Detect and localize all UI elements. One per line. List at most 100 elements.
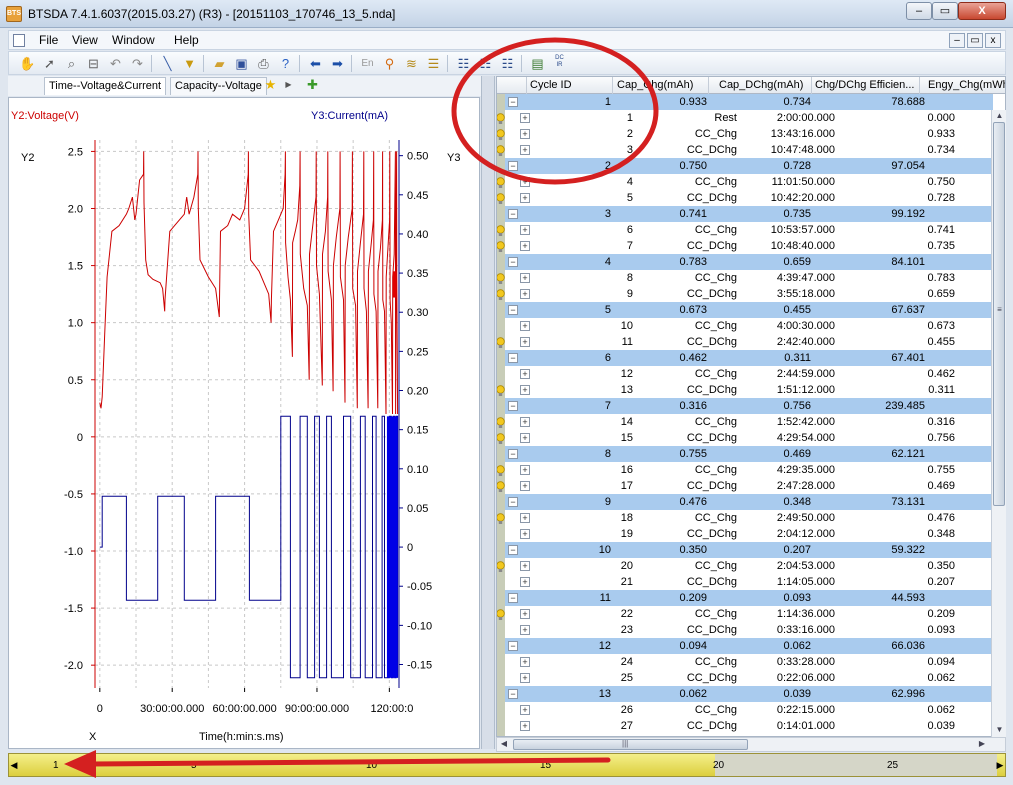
mdi-minimize-button[interactable]: – [949,33,965,48]
cycle-row[interactable]: − 10 0.350 0.207 59.322 [505,542,993,558]
step-row[interactable]: +27 CC_DChg 0:14:01.000 0.039 [505,718,993,734]
step-row[interactable]: +3 CC_DChg 10:47:48.000 0.734 [505,142,993,158]
grid-compact-icon[interactable]: ☷ [499,55,516,72]
collapse-icon[interactable]: − [508,401,518,411]
tab-capacity-voltage[interactable]: Capacity--Voltage [170,77,267,95]
collapse-icon[interactable]: − [508,209,518,219]
collapse-icon[interactable]: − [508,449,518,459]
expand-icon[interactable]: + [520,225,530,235]
redo-icon[interactable]: ↷ [129,55,146,72]
export-icon[interactable]: ▤ [529,55,546,72]
star-icon[interactable]: ★ [262,76,279,93]
pin-icon[interactable]: ⚲ [381,55,398,72]
menu-view[interactable]: View [72,33,98,47]
collapse-icon[interactable]: − [508,593,518,603]
add-tab-icon[interactable]: ✚ [304,76,321,93]
cycle-ruler[interactable]: ◀ 1 5 10 15 20 25 ▶ [8,753,1006,777]
expand-icon[interactable]: + [520,129,530,139]
step-row[interactable]: +25 CC_DChg 0:22:06.000 0.062 [505,670,993,686]
ruler-left-icon[interactable]: ◀ [9,758,19,772]
expand-icon[interactable]: + [520,113,530,123]
step-row[interactable]: +23 CC_DChg 0:33:16.000 0.093 [505,622,993,638]
time-voltage-current-chart[interactable]: 2.52.01.51.00.50-0.5-1.0-1.5-2.0 0.500.4… [9,98,481,750]
cycle-row[interactable]: − 11 0.209 0.093 44.593 [505,590,993,606]
step-row[interactable]: +15 CC_DChg 4:29:54.000 0.756 [505,430,993,446]
cycle-row[interactable]: − 8 0.755 0.469 62.121 [505,446,993,462]
cycle-row[interactable]: − 4 0.783 0.659 84.101 [505,254,993,270]
print-icon[interactable]: ⎙ [255,55,272,72]
expand-icon[interactable]: + [520,577,530,587]
chart-panel[interactable]: 2.5 2.0 1.5 1.0 0.5 0 -0.5 -1.0 -1.5 -2.0 0.50 0.4… [8,97,480,749]
expand-icon[interactable]: + [520,705,530,715]
step-row[interactable]: +8 CC_Chg 4:39:47.000 0.783 [505,270,993,286]
step-row[interactable]: +12 CC_Chg 2:44:59.000 0.462 [505,366,993,382]
cycle-row[interactable]: − 9 0.476 0.348 73.131 [505,494,993,510]
collapse-icon[interactable]: − [508,97,518,107]
expand-icon[interactable]: + [520,193,530,203]
scroll-right-icon[interactable]: ▶ [975,738,989,750]
expand-icon[interactable]: + [520,513,530,523]
step-row[interactable]: +13 CC_DChg 1:51:12.000 0.311 [505,382,993,398]
step-row[interactable]: +10 CC_Chg 4:00:30.000 0.673 [505,318,993,334]
expand-icon[interactable]: + [520,481,530,491]
tab-time-voltage-current[interactable]: Time--Voltage&Current [44,77,167,95]
expand-icon[interactable]: + [520,433,530,443]
header-efficiency[interactable]: Chg/DChg Efficien... [812,77,920,94]
grid-horizontal-scrollbar[interactable]: ◀ ||| ▶ [496,737,1006,752]
tab-scroll-right-icon[interactable]: ▶ [280,76,297,93]
step-row[interactable]: +18 CC_Chg 2:49:50.000 0.476 [505,510,993,526]
expand-icon[interactable]: + [520,609,530,619]
chart-scale-icon[interactable]: ≋ [403,55,420,72]
help-icon[interactable]: ? [277,55,294,72]
grid-vertical-scrollbar[interactable]: ▲ ≡ ▼ [991,110,1006,737]
pointer-icon[interactable]: ➚ [41,55,58,72]
minimize-button[interactable]: – [906,2,932,20]
expand-icon[interactable]: + [520,145,530,155]
collapse-icon[interactable]: − [508,161,518,171]
open-folder-icon[interactable]: ▰ [211,55,228,72]
scroll-left-icon[interactable]: ◀ [497,738,511,750]
filter-icon[interactable]: ▼ [181,55,198,72]
grid-horizontal-thumb[interactable]: ||| [513,739,748,750]
step-row[interactable]: +21 CC_DChg 1:14:05.000 0.207 [505,574,993,590]
cycle-row[interactable]: − 13 0.062 0.039 62.996 [505,686,993,702]
step-row[interactable]: +5 CC_DChg 10:42:20.000 0.728 [505,190,993,206]
step-row[interactable]: +7 CC_DChg 10:48:40.000 0.735 [505,238,993,254]
header-cap-chg[interactable]: Cap_Chg(mAh) [613,77,709,94]
step-row[interactable]: +14 CC_Chg 1:52:42.000 0.316 [505,414,993,430]
step-row[interactable]: +22 CC_Chg 1:14:36.000 0.209 [505,606,993,622]
cycle-row[interactable]: − 5 0.673 0.455 67.637 [505,302,993,318]
expand-icon[interactable]: + [520,241,530,251]
step-row[interactable]: +26 CC_Chg 0:22:15.000 0.062 [505,702,993,718]
collapse-icon[interactable]: − [508,497,518,507]
hand-icon[interactable]: ✋ [19,55,36,72]
header-cap-dchg[interactable]: Cap_DChg(mAh) [709,77,812,94]
header-engy-chg[interactable]: Engy_Chg(mWh [920,77,1005,94]
header-cycle-id[interactable]: Cycle ID [527,77,613,94]
arrow-right-icon[interactable]: ➡ [329,55,346,72]
collapse-icon[interactable]: − [508,545,518,555]
cycle-row[interactable]: − 6 0.462 0.311 67.401 [505,350,993,366]
step-row[interactable]: +9 CC_DChg 3:55:18.000 0.659 [505,286,993,302]
step-row[interactable]: +1 Rest 2:00:00.000 0.000 [505,110,993,126]
grid-view-icon[interactable]: ☷ [455,55,472,72]
expand-icon[interactable]: + [520,385,530,395]
step-row[interactable]: +24 CC_Chg 0:33:28.000 0.094 [505,654,993,670]
step-row[interactable]: +2 CC_Chg 13:43:16.000 0.933 [505,126,993,142]
cycle-row[interactable]: − 7 0.316 0.756 239.485 [505,398,993,414]
step-row[interactable]: +16 CC_Chg 4:29:35.000 0.755 [505,462,993,478]
menu-help[interactable]: Help [174,33,199,47]
cycle-row[interactable]: − 1 0.933 0.734 78.688 [505,94,993,110]
expand-icon[interactable]: + [520,321,530,331]
collapse-icon[interactable]: − [508,305,518,315]
cycle-row[interactable]: − 12 0.094 0.062 66.036 [505,638,993,654]
expand-icon[interactable]: + [520,273,530,283]
collapse-icon[interactable]: − [508,353,518,363]
menu-window[interactable]: Window [112,33,155,47]
expand-icon[interactable]: + [520,529,530,539]
zoom-out-icon[interactable]: ⊟ [85,55,102,72]
collapse-icon[interactable]: − [508,689,518,699]
expand-icon[interactable]: + [520,721,530,731]
scroll-up-icon[interactable]: ▲ [992,110,1007,122]
layout-icon[interactable]: ☰ [425,55,442,72]
